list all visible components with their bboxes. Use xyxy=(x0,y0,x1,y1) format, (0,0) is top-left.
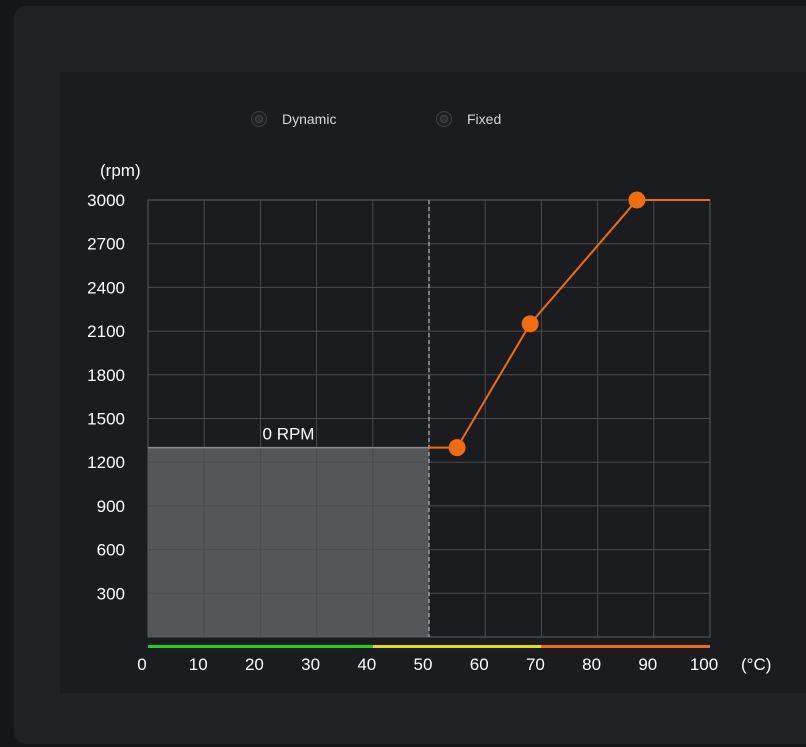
x-tick-label: 10 xyxy=(189,655,208,674)
x-tick-label: 30 xyxy=(301,655,320,674)
x-tick-label: 60 xyxy=(470,655,489,674)
y-tick-label: 2100 xyxy=(87,322,125,341)
fan-curve-chart: 0 RPM30060090012001500180021002400270030… xyxy=(87,161,771,674)
x-tick-label: 90 xyxy=(638,655,657,674)
y-tick-label: 2700 xyxy=(87,235,125,254)
x-tick-label: 20 xyxy=(245,655,264,674)
y-tick-label: 2400 xyxy=(87,278,125,297)
x-tick-label: 70 xyxy=(526,655,545,674)
temperature-band xyxy=(372,645,542,648)
curve-control-point[interactable] xyxy=(448,439,466,457)
y-tick-label: 900 xyxy=(97,497,125,516)
y-tick-label: 1800 xyxy=(87,366,125,385)
x-tick-label: 80 xyxy=(582,655,601,674)
y-tick-label: 600 xyxy=(97,541,125,560)
x-tick-label: 40 xyxy=(357,655,376,674)
y-tick-label: 1500 xyxy=(87,410,125,429)
y-tick-label: 1200 xyxy=(87,453,125,472)
curve-control-point[interactable] xyxy=(628,191,646,209)
x-tick-label: 50 xyxy=(414,655,433,674)
y-tick-label: 300 xyxy=(97,584,125,603)
y-axis-label: (rpm) xyxy=(100,161,141,180)
x-axis-label: (°C) xyxy=(741,655,771,674)
y-tick-label: 3000 xyxy=(87,191,125,210)
zero-rpm-zone xyxy=(148,447,429,637)
x-tick-label: 100 xyxy=(690,655,718,674)
temperature-band xyxy=(541,645,710,648)
zero-rpm-label: 0 RPM xyxy=(263,425,315,444)
curve-control-point[interactable] xyxy=(521,315,539,333)
temperature-band xyxy=(148,645,373,648)
x-tick-label: 0 xyxy=(137,655,146,674)
